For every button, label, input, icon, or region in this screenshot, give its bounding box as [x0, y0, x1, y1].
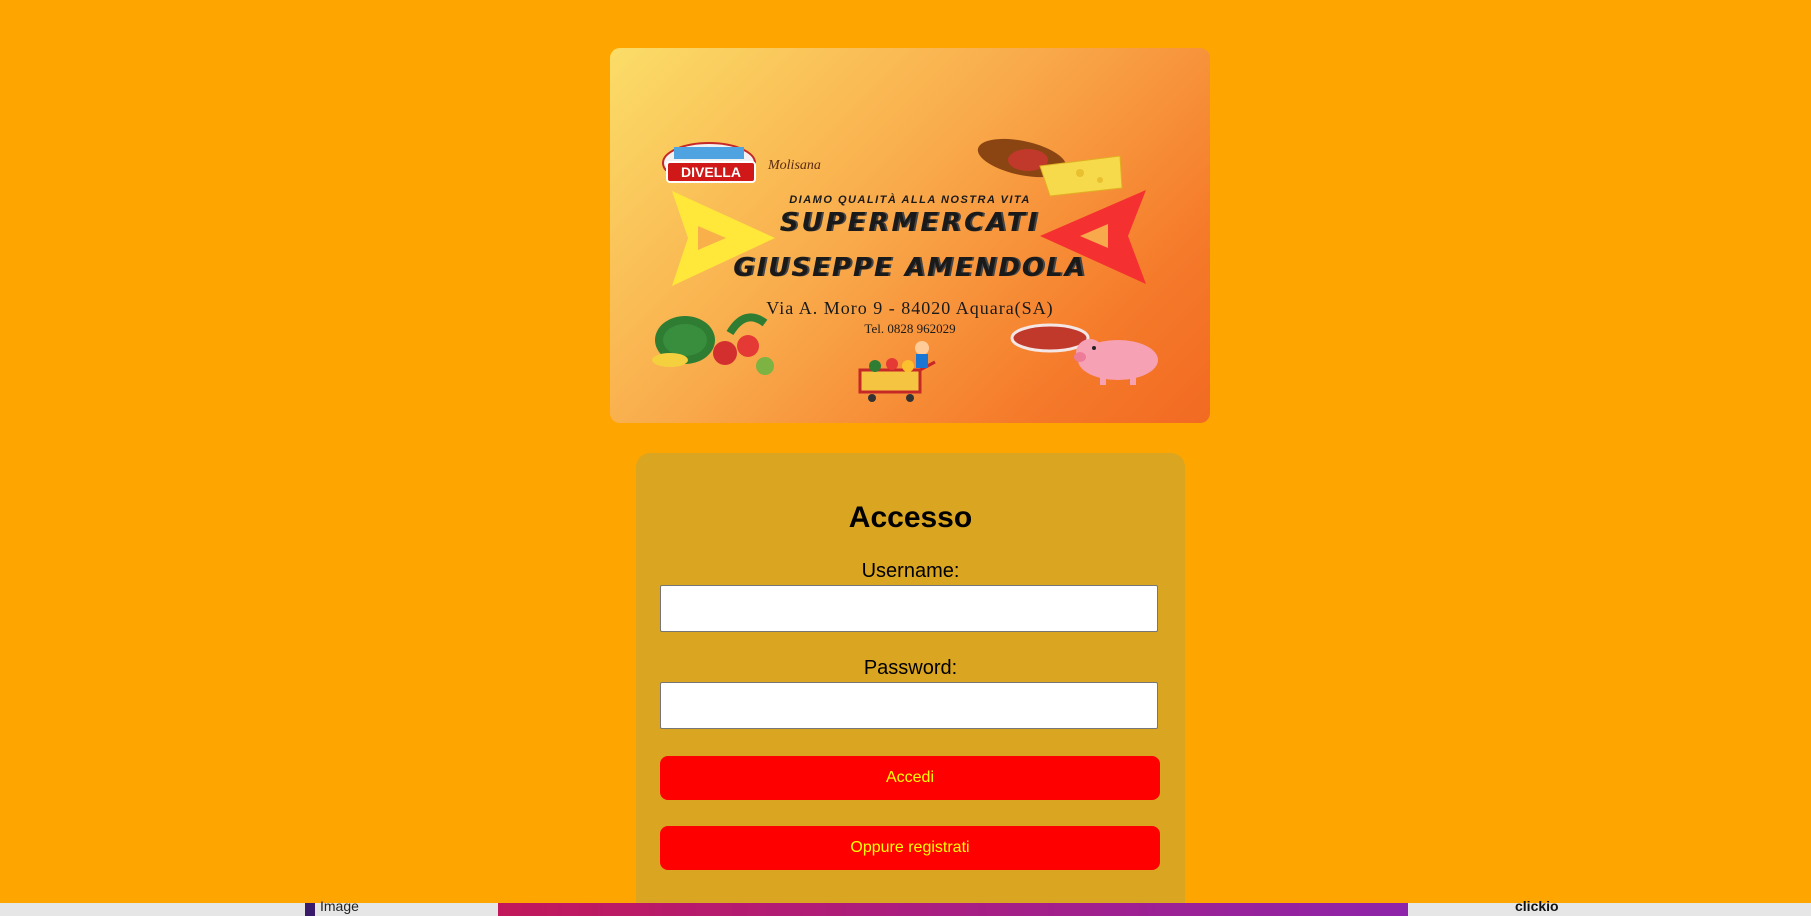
- molisana-logo: Molisana: [768, 158, 821, 173]
- password-input[interactable]: [660, 682, 1158, 729]
- divella-logo-text: DIVELLA: [666, 161, 756, 183]
- register-button[interactable]: Oppure registrati: [660, 826, 1160, 870]
- store-banner: DIVELLA Molisana DIAMO QUALITÀ ALLA NOST…: [610, 48, 1210, 423]
- pig-icon: [1074, 339, 1158, 385]
- banner-address: Via A. Moro 9 - 84020 Aquara(SA): [766, 298, 1054, 318]
- underlying-page-strip: Image clickio: [0, 898, 1811, 916]
- login-title: Accesso: [848, 501, 973, 534]
- strip-image: [498, 903, 1408, 916]
- divella-logo: DIVELLA: [660, 141, 758, 183]
- tomato-icon: [713, 341, 737, 365]
- strip-right-text: clickio: [1515, 898, 1559, 914]
- page: DIVELLA Molisana DIAMO QUALITÀ ALLA NOST…: [0, 0, 1811, 903]
- shopping-cart-icon: [858, 341, 936, 402]
- password-label: Password:: [863, 657, 958, 679]
- login-form: Accesso Username: Password: Accedi Oppur…: [636, 453, 1185, 903]
- username-label: Username:: [861, 560, 960, 582]
- banner-brand-line1: SUPERMERCATI: [779, 208, 1041, 238]
- strip-left-text: Image: [320, 898, 359, 914]
- username-input[interactable]: [660, 585, 1158, 632]
- login-button[interactable]: Accedi: [660, 756, 1160, 800]
- banner-brand-line2: GIUSEPPE AMENDOLA: [733, 253, 1087, 283]
- banner-tagline: DIAMO QUALITÀ ALLA NOSTRA VITA: [789, 194, 1031, 206]
- strip-block: [305, 903, 315, 916]
- banner-phone: Tel. 0828 962029: [864, 321, 956, 336]
